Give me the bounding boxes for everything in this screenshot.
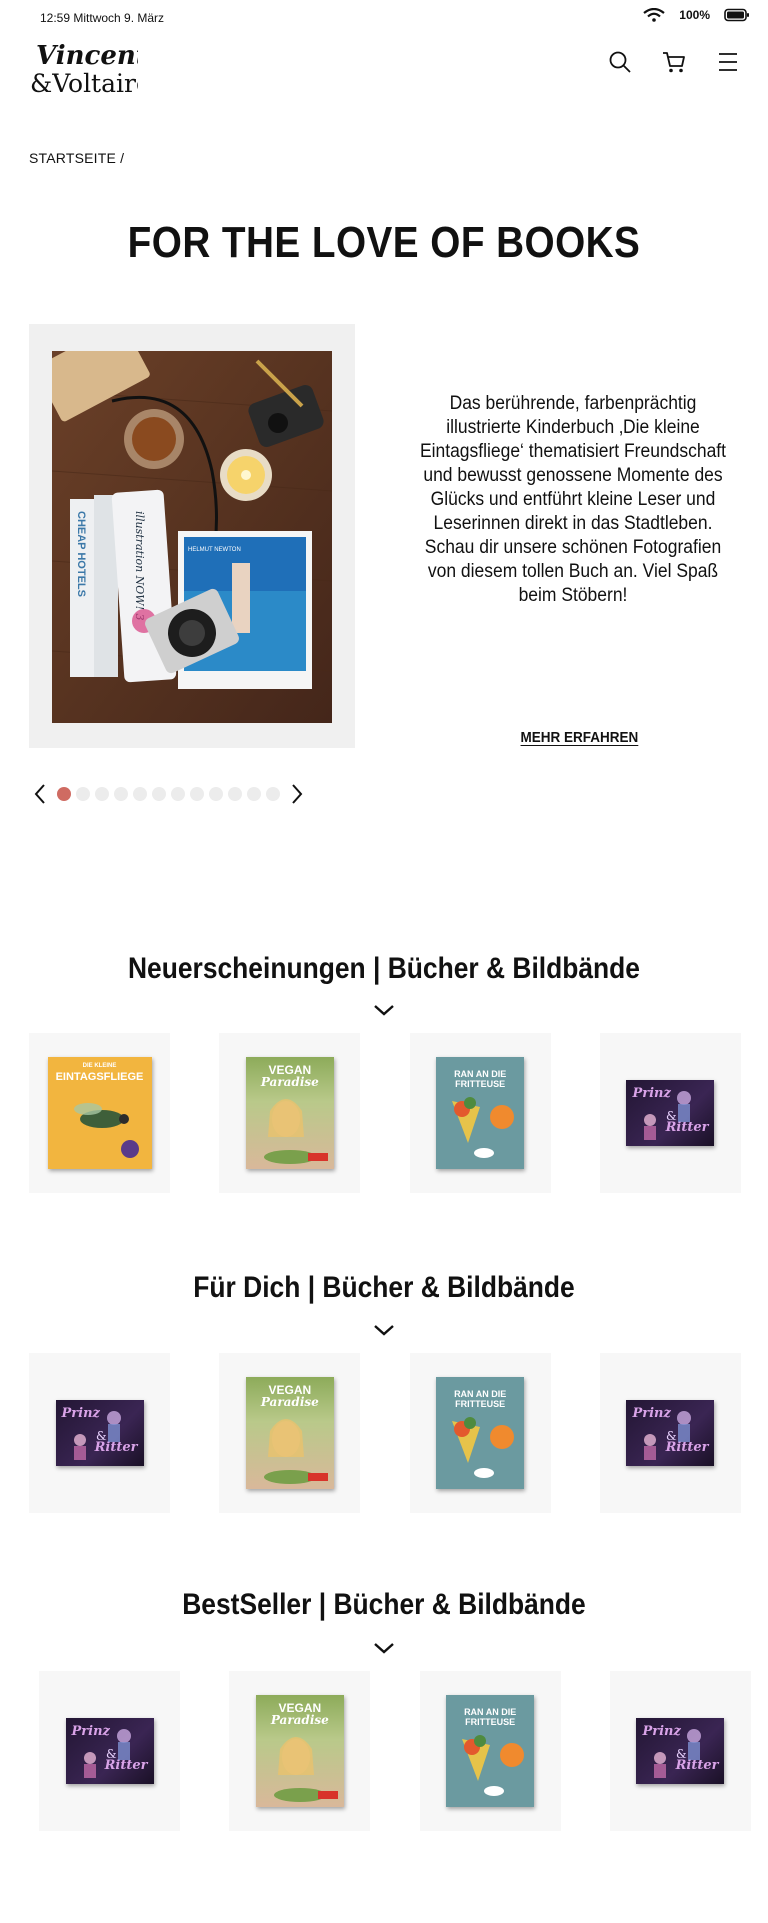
book-card[interactable]: Prinz Ritter & bbox=[599, 1353, 741, 1513]
menu-button[interactable] bbox=[714, 48, 742, 76]
vegan-cover-illustration bbox=[263, 1419, 328, 1484]
carousel-dot[interactable] bbox=[133, 787, 147, 801]
carousel-dot[interactable] bbox=[57, 787, 71, 801]
chevron-right-icon bbox=[292, 784, 303, 804]
hero-carousel-controls bbox=[29, 780, 308, 808]
hero-description: Das berührende, farbenprächtig illustrie… bbox=[419, 393, 727, 606]
hamburger-menu-icon bbox=[719, 53, 737, 71]
book-card[interactable]: RAN AN DIE FRITTEUSE bbox=[419, 1671, 561, 1831]
carousel-dot[interactable] bbox=[228, 787, 242, 801]
book-cover: Prinz Ritter & bbox=[626, 1080, 715, 1146]
page-title: FOR THE LOVE OF BOOKS bbox=[127, 218, 641, 267]
prinz-cover-illustration: & bbox=[644, 1091, 692, 1140]
svg-text:&: & bbox=[106, 1747, 117, 1761]
cart-icon bbox=[663, 52, 685, 73]
carousel-dot[interactable] bbox=[171, 787, 185, 801]
book-row: Prinz Ritter & VEGAN Paradise RAN AN DIE… bbox=[29, 1353, 741, 1513]
battery-percent: 100% bbox=[679, 8, 710, 22]
carousel-dot[interactable] bbox=[152, 787, 166, 801]
book-cover: RAN AN DIE FRITTEUSE bbox=[436, 1057, 525, 1169]
status-bar: 12:59 Mittwoch 9. März 100% bbox=[0, 0, 768, 34]
carousel-dot[interactable] bbox=[76, 787, 90, 801]
section-title-for-you: Für Dich | Bücher & Bildbände bbox=[193, 1271, 575, 1304]
dragonfly-illustration bbox=[73, 1103, 139, 1158]
more-info-link[interactable]: MEHR ERFAHREN bbox=[521, 729, 639, 746]
book-cover: RAN AN DIE FRITTEUSE bbox=[436, 1377, 525, 1489]
chevron-left-icon bbox=[34, 784, 45, 804]
book-card[interactable]: VEGAN Paradise bbox=[229, 1671, 371, 1831]
carousel-next-button[interactable] bbox=[286, 780, 308, 808]
book-cover: VEGAN Paradise bbox=[255, 1695, 344, 1807]
breadcrumb[interactable]: STARTSEITE / bbox=[29, 150, 124, 166]
hero-photo[interactable]: CHEAP HOTELS illustration NOW! 3 HELMUT … bbox=[52, 351, 332, 723]
svg-text:&: & bbox=[96, 1429, 107, 1443]
prinz-cover-illustration: & bbox=[644, 1411, 692, 1460]
book-cover: RAN AN DIE FRITTEUSE bbox=[446, 1695, 535, 1807]
cart-button[interactable] bbox=[660, 48, 688, 76]
book-card[interactable]: RAN AN DIE FRITTEUSE bbox=[409, 1353, 551, 1513]
fritteuse-cover-illustration bbox=[452, 1097, 515, 1158]
chevron-down-icon[interactable] bbox=[372, 1640, 396, 1656]
carousel-dot[interactable] bbox=[266, 787, 280, 801]
status-indicators: 100% bbox=[643, 8, 750, 22]
battery-icon bbox=[724, 8, 750, 22]
section-title-new-releases: Neuerscheinungen | Bücher & Bildbände bbox=[127, 952, 640, 985]
book-cover: Prinz Ritter & bbox=[626, 1400, 715, 1466]
prinz-cover-illustration: & bbox=[73, 1411, 121, 1460]
photo-book-spine-1: CHEAP HOTELS bbox=[75, 511, 87, 597]
logo-line-2: &Voltaire bbox=[30, 69, 138, 98]
site-header: Vincent &Voltaire bbox=[0, 34, 768, 104]
carousel-dot[interactable] bbox=[209, 787, 223, 801]
prinz-cover-illustration: & bbox=[83, 1729, 131, 1778]
books-flatlay-image: CHEAP HOTELS illustration NOW! 3 HELMUT … bbox=[52, 351, 332, 723]
prinz-cover-illustration: & bbox=[654, 1729, 702, 1778]
header-actions bbox=[606, 48, 742, 76]
wifi-icon bbox=[643, 8, 665, 22]
carousel-dot[interactable] bbox=[114, 787, 128, 801]
book-cover: VEGAN Paradise bbox=[245, 1057, 334, 1169]
book-card[interactable]: DIE KLEINE EINTAGSFLIEGE bbox=[29, 1033, 170, 1193]
photo-book-cover-3: HELMUT NEWTON bbox=[188, 547, 241, 553]
book-cover: DIE KLEINE EINTAGSFLIEGE bbox=[47, 1057, 152, 1169]
svg-text:&: & bbox=[666, 1429, 677, 1443]
chevron-down-icon[interactable] bbox=[372, 1322, 396, 1338]
fritteuse-cover-illustration bbox=[452, 1417, 515, 1478]
carousel-dot[interactable] bbox=[190, 787, 204, 801]
hero-image-frame: CHEAP HOTELS illustration NOW! 3 HELMUT … bbox=[29, 324, 355, 748]
logo-line-1: Vincent bbox=[36, 41, 138, 71]
section-title-bestseller: BestSeller | Bücher & Bildbände bbox=[182, 1588, 586, 1621]
book-cover: Prinz Ritter & bbox=[636, 1718, 725, 1784]
carousel-dots bbox=[57, 787, 280, 801]
chevron-down-icon[interactable] bbox=[372, 1002, 396, 1018]
book-card[interactable]: Prinz Ritter & bbox=[39, 1671, 180, 1831]
book-row: DIE KLEINE EINTAGSFLIEGE VEGAN Paradise … bbox=[29, 1033, 741, 1193]
fritteuse-cover-illustration bbox=[462, 1735, 525, 1796]
book-card[interactable]: Prinz Ritter & bbox=[29, 1353, 170, 1513]
book-card[interactable]: Prinz Ritter & bbox=[609, 1671, 751, 1831]
book-card[interactable]: VEGAN Paradise bbox=[219, 1353, 361, 1513]
svg-text:&: & bbox=[676, 1747, 687, 1761]
vegan-cover-illustration bbox=[263, 1099, 328, 1164]
search-icon bbox=[609, 51, 631, 73]
book-card[interactable]: RAN AN DIE FRITTEUSE bbox=[409, 1033, 551, 1193]
vincent-voltaire-logo[interactable]: Vincent &Voltaire bbox=[28, 38, 138, 98]
carousel-dot[interactable] bbox=[247, 787, 261, 801]
book-cover: Prinz Ritter & bbox=[55, 1400, 144, 1466]
search-button[interactable] bbox=[606, 48, 634, 76]
book-cover: Prinz Ritter & bbox=[65, 1718, 154, 1784]
photo-book-spine-2: illustration NOW! 3 bbox=[133, 511, 146, 621]
carousel-prev-button[interactable] bbox=[29, 780, 51, 808]
vegan-cover-illustration bbox=[273, 1737, 338, 1802]
svg-text:&: & bbox=[666, 1109, 677, 1123]
carousel-dot[interactable] bbox=[95, 787, 109, 801]
book-card[interactable]: VEGAN Paradise bbox=[219, 1033, 361, 1193]
book-row: Prinz Ritter & VEGAN Paradise RAN AN DIE… bbox=[39, 1671, 751, 1831]
book-cover: VEGAN Paradise bbox=[245, 1377, 334, 1489]
status-time: 12:59 Mittwoch 9. März bbox=[40, 11, 165, 25]
book-card[interactable]: Prinz Ritter & bbox=[599, 1033, 741, 1193]
